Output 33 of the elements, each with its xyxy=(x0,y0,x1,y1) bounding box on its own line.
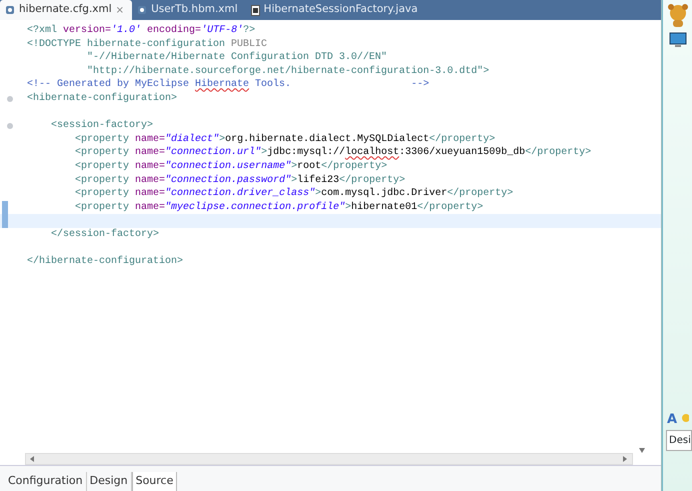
code-line: <session-factory> xyxy=(50,119,154,133)
editor-tab[interactable]: UserTb.hbm.xml xyxy=(132,0,246,20)
page-tab[interactable]: Source xyxy=(132,472,178,491)
code-line: <!-- Generated by MyEclipse Hibernate Tools. --> xyxy=(26,78,430,92)
code-line: <property name="connection.url">jdbc:mysql://localhost:3306/xueyuan1509b_db</property> xyxy=(74,146,592,160)
editor-tab[interactable]: hibernate.cfg.xml × xyxy=(0,0,132,20)
code-line: <property name="connection.driver_class">com.mysql.jdbc.Driver</property> xyxy=(74,187,514,201)
tab-label[interactable]: hibernate.cfg.xml xyxy=(19,2,112,18)
code-line: <property name="connection.password">lifei23</property> xyxy=(74,174,406,188)
horizontal-scrollbar[interactable] xyxy=(25,453,633,465)
code-line: "http://hibernate.sourceforge.net/hibernate-configuration-3.0.dtd"> xyxy=(86,64,490,78)
code-line: <property name="myeclipse.connection.profile">hibernate01</property> xyxy=(74,200,484,214)
code-line: "-//Hibernate/Hibernate Configuration DTD 3.0//EN" xyxy=(86,51,388,65)
scroll-left-icon[interactable] xyxy=(30,456,35,462)
xml-file-icon xyxy=(137,5,148,15)
page-tab[interactable]: Configuration xyxy=(5,472,87,490)
monitor-icon[interactable] xyxy=(668,32,686,48)
xml-file-icon xyxy=(5,5,15,15)
code-line: </session-factory> xyxy=(50,228,160,242)
code-line: </hibernate-configuration> xyxy=(26,255,184,269)
side-panel-tab[interactable]: Desi xyxy=(666,430,692,451)
code-line: <?xml version='1.0' encoding='UTF-8'?> xyxy=(26,24,256,38)
code-line: <property name="connection.username">root</property> xyxy=(74,160,388,174)
font-icon[interactable]: A xyxy=(667,413,678,426)
code-line: <property name="dialect">org.hibernate.dialect.MySQLDialect</property> xyxy=(74,132,496,146)
scroll-right-icon[interactable] xyxy=(623,456,628,462)
editor-tab[interactable]: HibernateSessionFactory.java xyxy=(246,0,426,20)
code-line: <hibernate-configuration> xyxy=(26,92,178,106)
java-file-icon xyxy=(250,4,260,16)
tab-label[interactable]: UserTb.hbm.xml xyxy=(151,2,238,18)
code-line: <!DOCTYPE hibernate-configuration PUBLIC xyxy=(26,38,268,52)
tab-label[interactable]: HibernateSessionFactory.java xyxy=(264,2,418,18)
scroll-down-icon[interactable] xyxy=(639,448,645,453)
